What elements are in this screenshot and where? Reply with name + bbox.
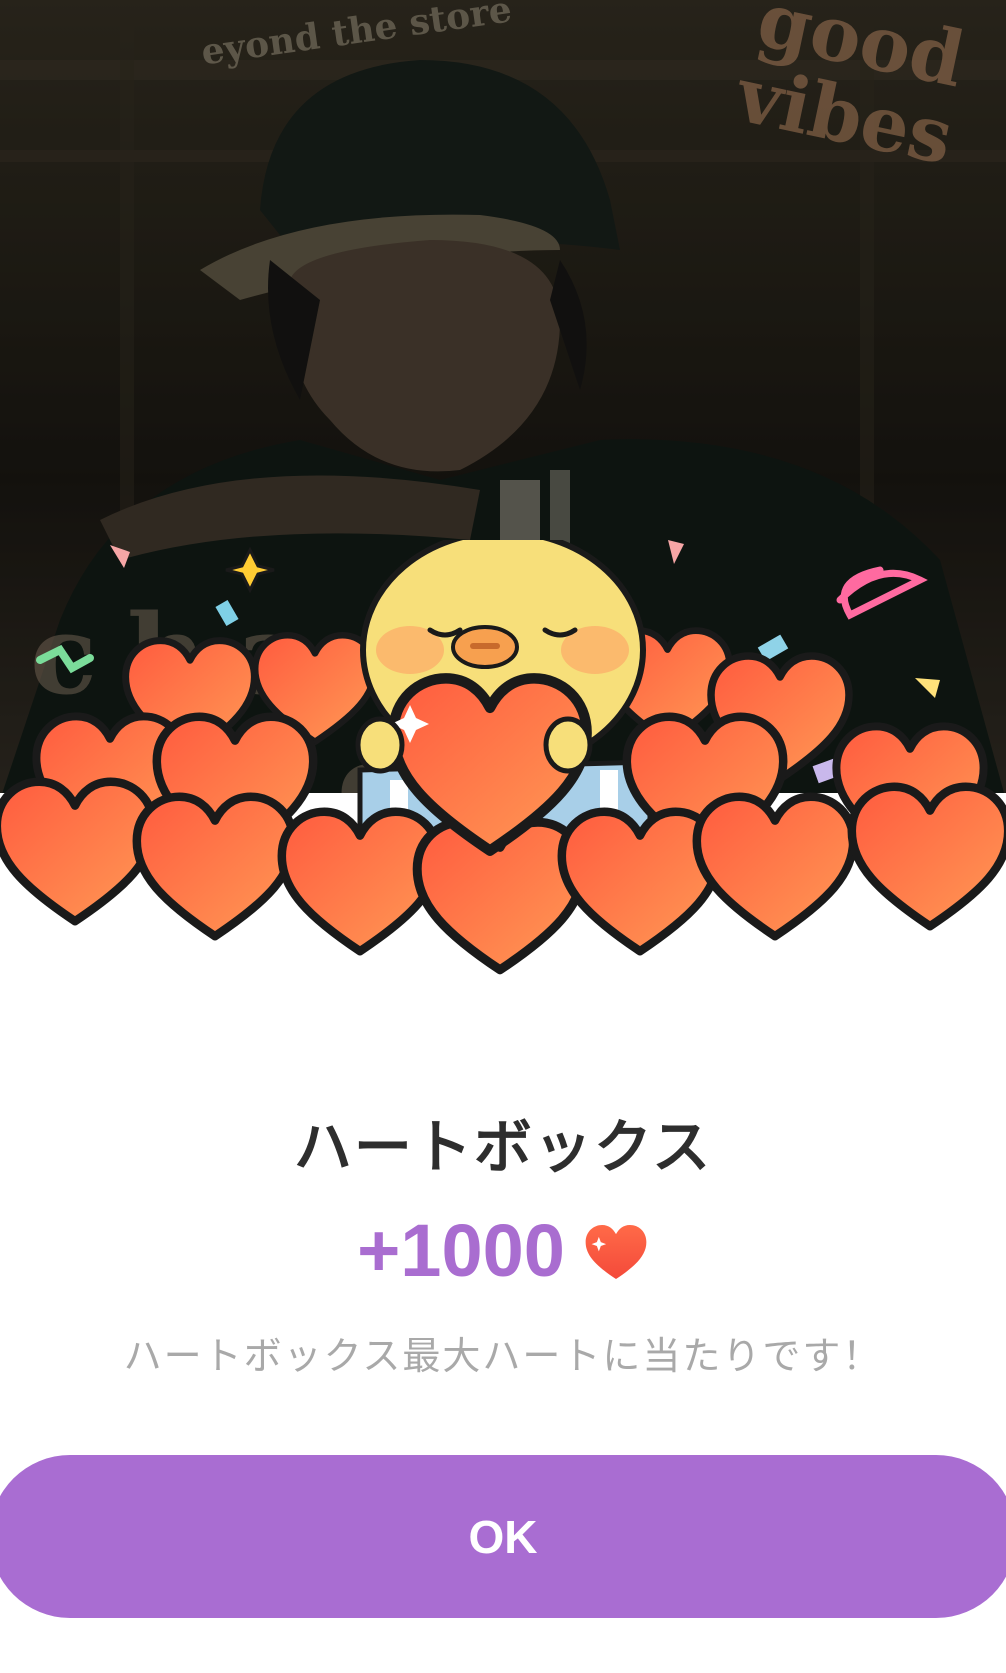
heart-icon — [585, 1224, 647, 1280]
ok-button[interactable]: OK — [0, 1455, 1006, 1618]
dialog-title: ハートボックス — [293, 1113, 713, 1181]
reward-row: +1000 — [0, 1205, 1006, 1295]
reward-amount: +1000 — [357, 1208, 565, 1292]
heart-box-illustration — [0, 540, 1006, 1040]
reward-message: ハートボックス最大ハートに当たりです！ — [123, 1334, 883, 1378]
